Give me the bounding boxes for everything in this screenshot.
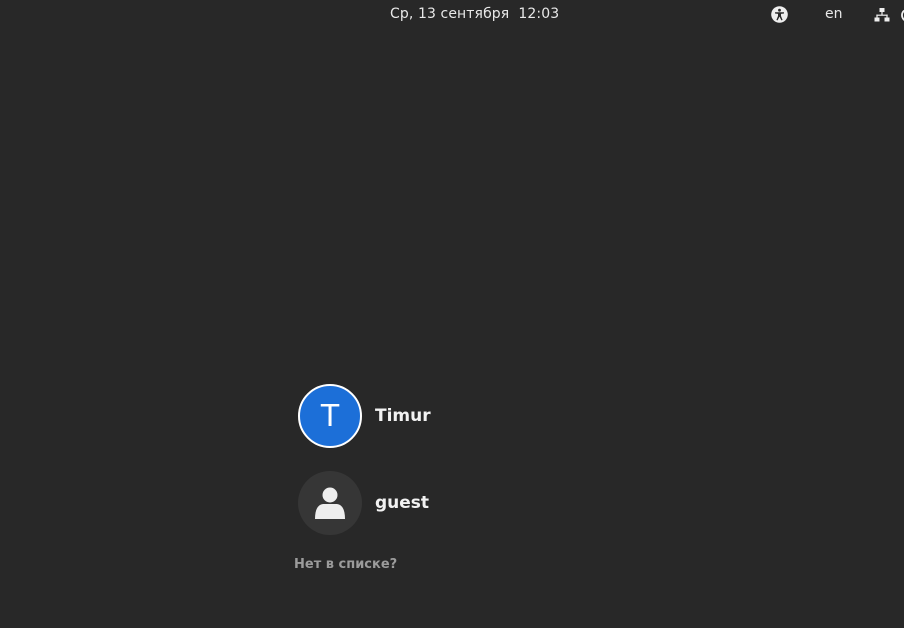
clock[interactable]: Ср, 13 сентября 12:03 (390, 6, 559, 22)
avatar-initial: T (320, 398, 340, 434)
user-item-guest[interactable]: guest (298, 471, 429, 535)
power-icon[interactable] (900, 7, 904, 23)
login-screen: Ср, 13 сентября 12:03 en T Timur guest Н… (0, 0, 904, 628)
user-name: guest (375, 493, 430, 513)
user-avatar: T (298, 384, 362, 448)
user-name: Timur (375, 406, 431, 426)
user-item-timur[interactable]: T Timur (298, 384, 431, 448)
not-listed-link[interactable]: Нет в списке? (294, 557, 397, 572)
keyboard-layout-indicator[interactable]: en (825, 6, 843, 22)
accessibility-icon[interactable] (771, 6, 788, 23)
top-bar: Ср, 13 сентября 12:03 en (0, 0, 904, 30)
user-avatar (298, 471, 362, 535)
person-icon (315, 487, 345, 519)
network-wired-icon[interactable] (874, 7, 890, 23)
